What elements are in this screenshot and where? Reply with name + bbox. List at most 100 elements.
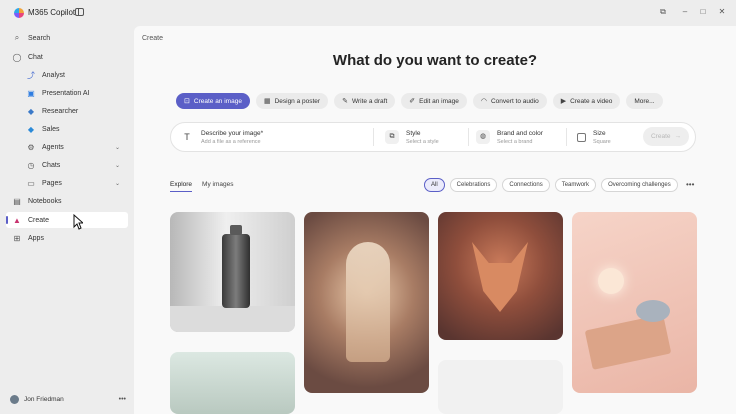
- filter-teamwork[interactable]: Teamwork: [554, 178, 597, 192]
- gallery-image-statue[interactable]: [304, 212, 429, 393]
- filter-celebrations[interactable]: Celebrations: [449, 178, 498, 192]
- describe-title: Describe your image*: [201, 129, 264, 137]
- sidebar-item-search[interactable]: ⌕ Search: [6, 30, 128, 46]
- sidebar-item-agents[interactable]: ⚙ Agents ⌄: [6, 139, 128, 155]
- image-shape: [636, 300, 670, 322]
- headphones-icon: ◠: [480, 98, 487, 105]
- researcher-icon: ◆: [27, 106, 35, 116]
- image-shape: [222, 225, 250, 308]
- user-profile[interactable]: Jon Friedman •••: [10, 392, 126, 406]
- create-an-image-button[interactable]: ⊡ Create an image: [176, 93, 250, 109]
- square-icon: [577, 132, 586, 142]
- text-cursor-icon: T: [184, 132, 190, 142]
- brand-color-icon: ◍: [476, 130, 490, 144]
- chevron-down-icon[interactable]: ⌄: [115, 144, 120, 151]
- sidebar-item-pages[interactable]: ▭ Pages ⌄: [6, 175, 128, 191]
- gallery-image-bottle[interactable]: [170, 212, 295, 332]
- create-button[interactable]: Create →: [643, 127, 689, 146]
- search-icon: ⌕: [14, 33, 20, 42]
- gallery-image-fox[interactable]: [438, 212, 563, 340]
- maximize-button[interactable]: □: [696, 6, 710, 18]
- mouse-cursor-icon: [73, 214, 83, 230]
- size-subtitle: Square: [593, 138, 611, 145]
- sidebar-item-sales[interactable]: ◆ Sales: [6, 121, 128, 137]
- image-prompt-bar: T Describe your image* Add a file as a r…: [170, 122, 696, 152]
- more-filters-icon[interactable]: •••: [686, 180, 694, 189]
- chip-label: Edit an image: [419, 97, 459, 105]
- describe-image-input[interactable]: T Describe your image* Add a file as a r…: [180, 123, 370, 151]
- create-label: Create: [650, 133, 671, 140]
- sidebar-item-notebooks[interactable]: ▤ Notebooks: [6, 193, 128, 209]
- size-title: Size: [593, 129, 606, 137]
- breadcrumb: Create: [142, 35, 164, 42]
- chip-label: Create a video: [570, 97, 613, 105]
- sidebar-item-analyst[interactable]: ⤴ Analyst: [6, 67, 128, 83]
- style-icon: ⧉: [385, 130, 399, 144]
- brand-selector[interactable]: ◍ Brand and color Select a brand: [476, 123, 560, 151]
- chip-label: Write a draft: [351, 97, 388, 105]
- divider: [373, 128, 374, 146]
- chevron-down-icon[interactable]: ⌄: [115, 180, 120, 187]
- sidebar-item-label: Chats: [42, 161, 61, 169]
- divider: [468, 128, 469, 146]
- size-selector[interactable]: Size Square: [577, 123, 637, 151]
- copilot-logo-icon: [14, 8, 24, 18]
- chip-label: Create an image: [193, 97, 242, 105]
- more-button[interactable]: More...: [626, 93, 663, 109]
- style-selector[interactable]: ⧉ Style Select a style: [385, 123, 465, 151]
- design-a-poster-button[interactable]: ▦ Design a poster: [255, 93, 329, 109]
- sales-icon: ◆: [27, 124, 35, 134]
- gallery-tabs: Explore My images: [170, 181, 233, 192]
- chip-label: Design a poster: [274, 97, 321, 105]
- convert-to-audio-button[interactable]: ◠ Convert to audio: [472, 93, 547, 109]
- main-panel: Create What do you want to create? ⊡ Cre…: [134, 26, 736, 414]
- sidebar-item-researcher[interactable]: ◆ Researcher: [6, 103, 128, 119]
- more-options-icon[interactable]: •••: [119, 396, 126, 403]
- open-in-window-icon[interactable]: ⧉: [656, 6, 670, 18]
- style-title: Style: [406, 129, 421, 137]
- sidebar-item-chat[interactable]: ◯ Chat: [6, 49, 128, 65]
- edit-image-icon: ✐: [409, 98, 416, 105]
- gallery-image-partial[interactable]: [438, 360, 563, 414]
- image-shape: [346, 242, 390, 362]
- sidebar-item-apps[interactable]: ⊞ Apps: [6, 230, 128, 246]
- write-a-draft-button[interactable]: ✎ Write a draft: [334, 93, 396, 109]
- sidebar-item-label: Chat: [28, 53, 43, 61]
- arrow-right-icon: →: [674, 133, 682, 140]
- sidebar-item-presentation-ai[interactable]: ▣ Presentation AI: [6, 85, 128, 101]
- chat-icon: ◯: [12, 52, 22, 62]
- create-icon: ▲: [13, 215, 21, 225]
- filter-all[interactable]: All: [424, 178, 445, 192]
- gallery-image-lightbulb[interactable]: [572, 212, 697, 393]
- sidebar-item-create[interactable]: ▲ Create: [6, 212, 128, 228]
- sidebar-item-label: Notebooks: [28, 197, 62, 205]
- brand-subtitle: Select a brand: [497, 138, 533, 145]
- image-shape: [584, 314, 672, 370]
- sidebar-item-chats[interactable]: ◷ Chats ⌄: [6, 157, 128, 173]
- chip-label: More...: [634, 97, 655, 105]
- agents-icon: ⚙: [27, 142, 35, 152]
- pages-icon: ▭: [27, 178, 35, 188]
- filter-overcoming-challenges[interactable]: Overcoming challenges: [601, 178, 678, 192]
- sidebar-toggle-icon[interactable]: [75, 8, 84, 16]
- close-button[interactable]: ✕: [715, 6, 729, 18]
- category-filters: All Celebrations Connections Teamwork Ov…: [424, 178, 678, 192]
- tab-my-images[interactable]: My images: [202, 181, 233, 192]
- sidebar-item-label: Presentation AI: [42, 89, 90, 97]
- create-a-video-button[interactable]: ▶ Create a video: [552, 93, 621, 109]
- image-shape: [472, 242, 528, 312]
- tab-explore[interactable]: Explore: [170, 181, 193, 192]
- style-subtitle: Select a style: [406, 138, 439, 145]
- filter-connections[interactable]: Connections: [502, 178, 550, 192]
- minimize-button[interactable]: –: [678, 6, 692, 18]
- sidebar-item-label: Sales: [42, 125, 60, 133]
- chip-label: Convert to audio: [490, 97, 539, 105]
- avatar: [10, 394, 19, 404]
- chevron-down-icon[interactable]: ⌄: [115, 162, 120, 169]
- sidebar-item-label: Researcher: [42, 107, 79, 115]
- apps-icon: ⊞: [13, 233, 21, 243]
- edit-an-image-button[interactable]: ✐ Edit an image: [401, 93, 467, 109]
- video-icon: ▶: [560, 98, 567, 105]
- gallery-image-green[interactable]: [170, 352, 295, 414]
- notebooks-icon: ▤: [13, 196, 21, 206]
